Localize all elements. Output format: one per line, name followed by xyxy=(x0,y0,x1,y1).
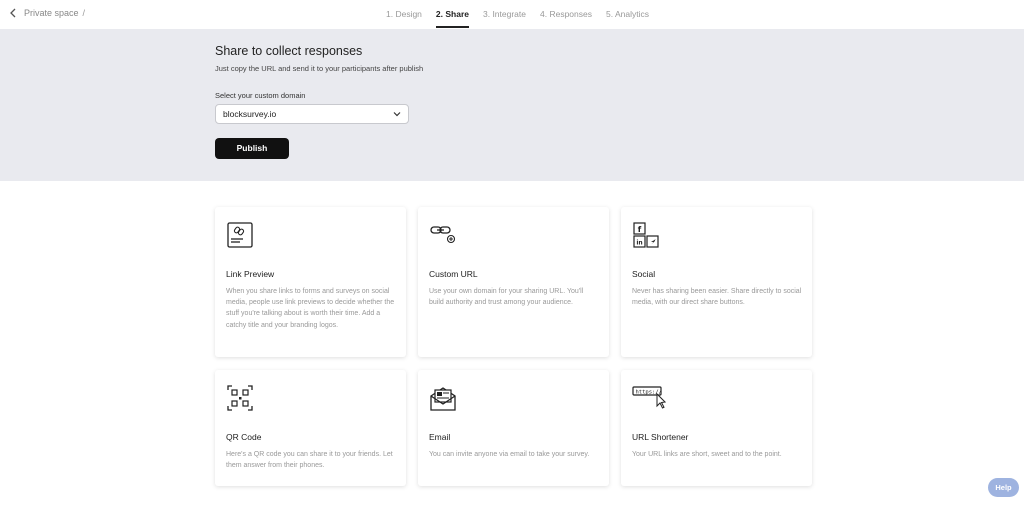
card-title: Custom URL xyxy=(429,269,478,279)
tab-integrate[interactable]: 3. Integrate xyxy=(483,0,526,29)
help-button[interactable]: Help xyxy=(988,478,1019,497)
card-title: QR Code xyxy=(226,432,262,442)
qr-code-icon xyxy=(227,385,253,411)
card-custom-url[interactable]: Custom URL Use your own domain for your … xyxy=(418,207,609,357)
top-bar: Private space / 1. Design 2. Share 3. In… xyxy=(0,0,1024,29)
card-description: You can invite anyone via email to take … xyxy=(429,451,590,458)
card-description: When you share links to forms and survey… xyxy=(226,288,395,329)
domain-select[interactable]: blocksurvey.io xyxy=(215,104,409,124)
card-qr-code[interactable]: QR Code Here's a QR code you can share i… xyxy=(215,370,406,486)
url-shortener-icon: https:// xyxy=(632,386,666,409)
publish-button[interactable]: Publish xyxy=(215,138,289,159)
step-tabs: 1. Design 2. Share 3. Integrate 4. Respo… xyxy=(386,0,663,29)
card-url-shortener[interactable]: https:// URL Shortener Your URL links ar… xyxy=(621,370,812,486)
domain-value: blocksurvey.io xyxy=(223,109,277,119)
breadcrumb-separator: / xyxy=(82,8,86,18)
card-description: Use your own domain for your sharing URL… xyxy=(429,288,584,307)
tab-design[interactable]: 1. Design xyxy=(386,0,422,29)
card-social[interactable]: f in Social Never has sharing been easie… xyxy=(621,207,812,357)
card-description: Never has sharing been easier. Share dir… xyxy=(632,288,802,307)
share-panel: Share to collect responses Just copy the… xyxy=(0,29,1024,181)
custom-url-icon xyxy=(430,226,456,244)
card-link-preview[interactable]: Link Preview When you share links to for… xyxy=(215,207,406,357)
chevron-down-icon xyxy=(393,112,401,117)
share-subtitle: Just copy the URL and send it to your pa… xyxy=(215,64,424,73)
link-preview-icon xyxy=(227,222,253,248)
card-title: URL Shortener xyxy=(632,432,689,442)
breadcrumb-label: Private space xyxy=(24,8,79,18)
card-email[interactable]: Email You can invite anyone via email to… xyxy=(418,370,609,486)
card-description: Your URL links are short, sweet and to t… xyxy=(632,451,782,458)
email-icon xyxy=(430,387,456,411)
card-description: Here's a QR code you can share it to you… xyxy=(226,451,393,470)
linkedin-glyph: in xyxy=(636,240,642,247)
tab-responses[interactable]: 4. Responses xyxy=(540,0,592,29)
back-to-private-space[interactable]: Private space / xyxy=(10,8,85,18)
tab-analytics[interactable]: 5. Analytics xyxy=(606,0,649,29)
facebook-glyph: f xyxy=(638,225,642,234)
share-title: Share to collect responses xyxy=(215,44,363,58)
card-title: Social xyxy=(632,269,656,279)
tab-share[interactable]: 2. Share xyxy=(435,0,470,29)
card-title: Link Preview xyxy=(226,269,275,279)
domain-label: Select your custom domain xyxy=(215,91,306,100)
card-title: Email xyxy=(429,432,451,442)
social-icon: f in xyxy=(633,222,659,248)
chevron-left-icon xyxy=(10,8,16,18)
